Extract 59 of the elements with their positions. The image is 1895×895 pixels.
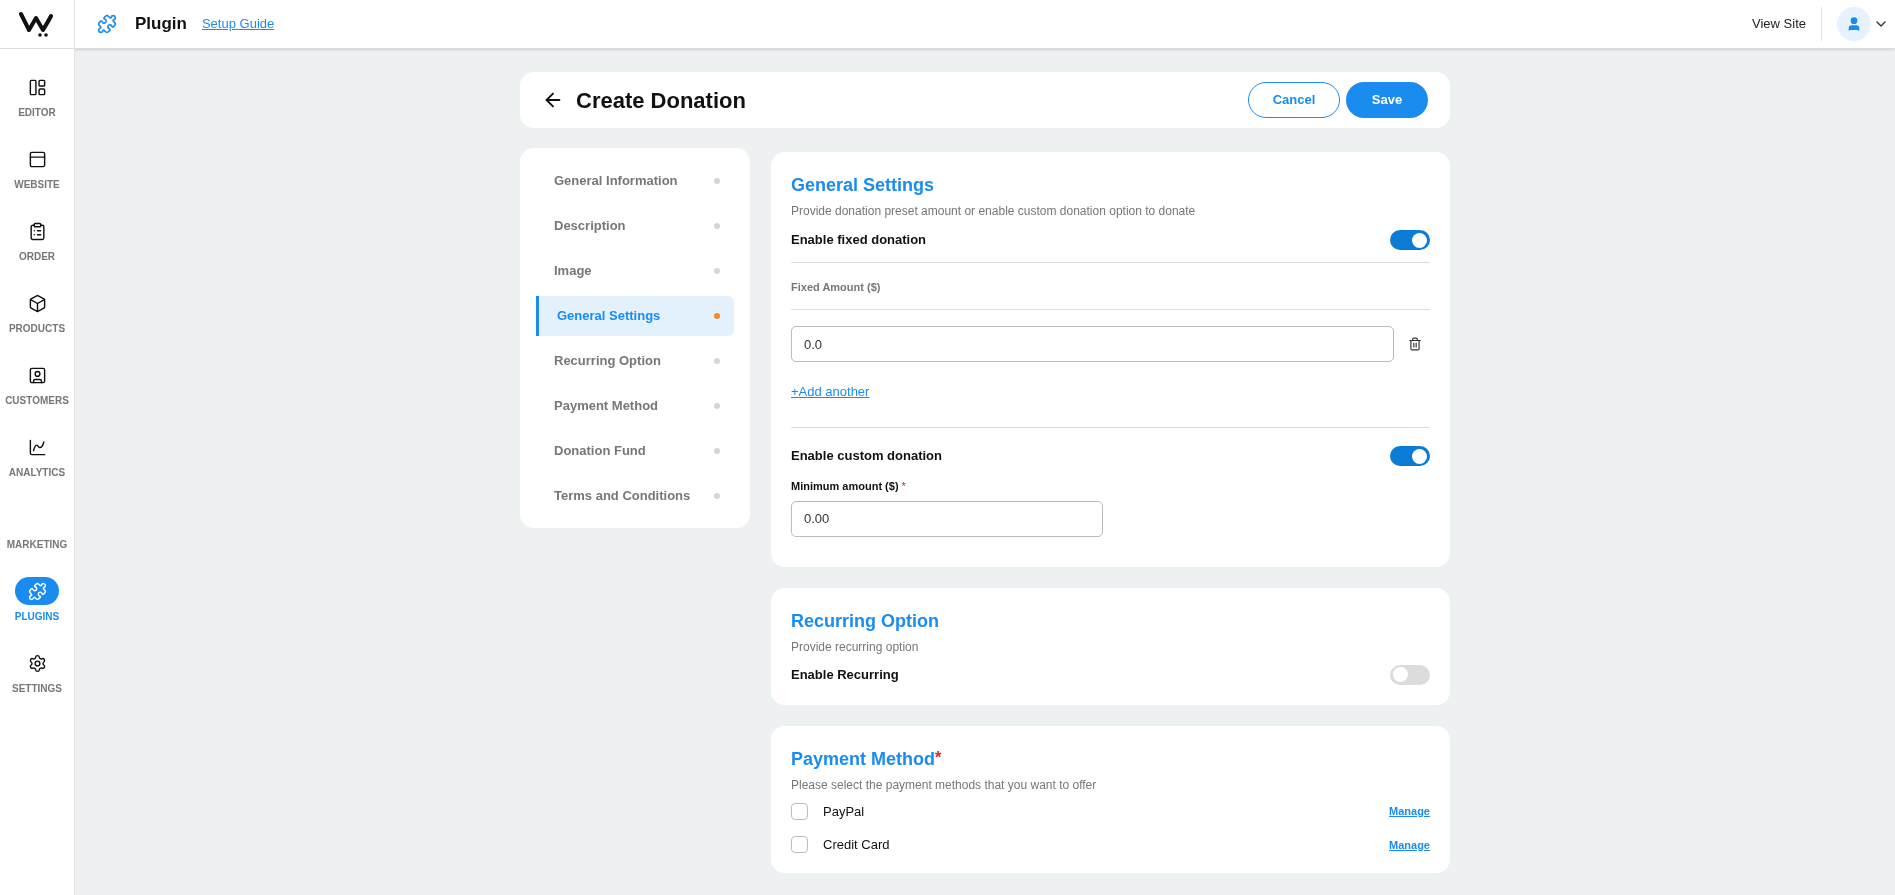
section-nav-item[interactable]: General Information	[536, 160, 734, 201]
add-another-link[interactable]: +Add another	[791, 382, 870, 402]
layout-icon	[27, 77, 47, 97]
page-title: Plugin	[135, 13, 187, 36]
section-title: Recurring Option	[791, 609, 940, 633]
required-mark: *	[935, 747, 942, 768]
view-site-link[interactable]: View Site	[1752, 14, 1806, 34]
cube-icon	[27, 293, 47, 313]
field-label: Minimum amount ($)	[791, 479, 899, 494]
sidebar-item[interactable]: PLUGINS	[14, 609, 60, 624]
section-nav-item[interactable]: Payment Method	[536, 385, 734, 426]
sidebar-item[interactable]: ORDER	[18, 249, 56, 264]
sidebar-item[interactable]: SETTINGS	[12, 681, 62, 696]
section-description: Provide recurring option	[791, 638, 920, 656]
toggle-label: Enable fixed donation	[791, 231, 927, 250]
amount-input[interactable]: 0.0	[791, 326, 1394, 362]
selected-nav-pill[interactable]	[15, 577, 59, 605]
toggle-switch[interactable]	[1390, 446, 1430, 466]
sidebar-item[interactable]: ANALYTICS	[8, 465, 66, 480]
toggle-label: Enable Recurring	[791, 665, 899, 684]
puzzle-icon	[97, 14, 117, 34]
setup-guide-link[interactable]: Setup Guide	[201, 14, 275, 34]
trash-icon[interactable]	[1408, 337, 1422, 351]
toggle-switch[interactable]	[1390, 230, 1430, 250]
window-icon	[27, 149, 47, 169]
section-title: Payment Method	[791, 747, 936, 771]
sidebar-item[interactable]: EDITOR	[18, 105, 56, 120]
section-nav-item[interactable]: Description	[536, 205, 734, 246]
sidebar-item[interactable]: PRODUCTS	[8, 321, 66, 336]
payment-method-label: PayPal	[823, 802, 866, 821]
contact-card-icon	[27, 365, 47, 385]
checkbox[interactable]	[791, 836, 808, 854]
section-description: Please select the payment methods that you want to offer	[791, 776, 1098, 794]
save-button[interactable]: Save	[1346, 82, 1428, 118]
section-nav-item[interactable]: General Settings	[536, 295, 734, 336]
manage-link[interactable]: Manage	[1389, 803, 1430, 820]
page-heading: Create Donation	[576, 86, 746, 115]
payment-method-label: Credit Card	[823, 836, 891, 854]
section-nav-item[interactable]: Recurring Option	[536, 340, 734, 381]
sidebar-item[interactable]: WEBSITE	[14, 177, 60, 192]
section-nav-item[interactable]: Donation Fund	[536, 430, 734, 471]
column-label: Fixed Amount ($)	[791, 281, 881, 293]
toggle-label: Enable custom donation	[791, 447, 942, 466]
checkbox[interactable]	[791, 802, 808, 820]
user-icon	[1846, 16, 1862, 32]
clipboard-icon	[27, 221, 47, 241]
sidebar-item[interactable]: CUSTOMERS	[5, 393, 69, 408]
manage-link[interactable]: Manage	[1389, 836, 1430, 853]
section-nav-item[interactable]: Image	[536, 250, 734, 291]
required-mark: *	[901, 479, 906, 494]
settings-icon	[27, 653, 47, 673]
minimum-amount-input[interactable]: 0.00	[791, 500, 1103, 537]
toggle-switch[interactable]	[1390, 664, 1430, 685]
section-description: Provide donation preset amount or enable custom donation option to donate	[791, 203, 1197, 220]
section-nav-item[interactable]: Terms and Conditions	[536, 475, 734, 516]
puzzle-icon	[27, 581, 47, 601]
logo-icon	[19, 10, 55, 38]
sidebar-item[interactable]: MARKETING	[6, 537, 68, 552]
section-title: General Settings	[791, 174, 936, 197]
